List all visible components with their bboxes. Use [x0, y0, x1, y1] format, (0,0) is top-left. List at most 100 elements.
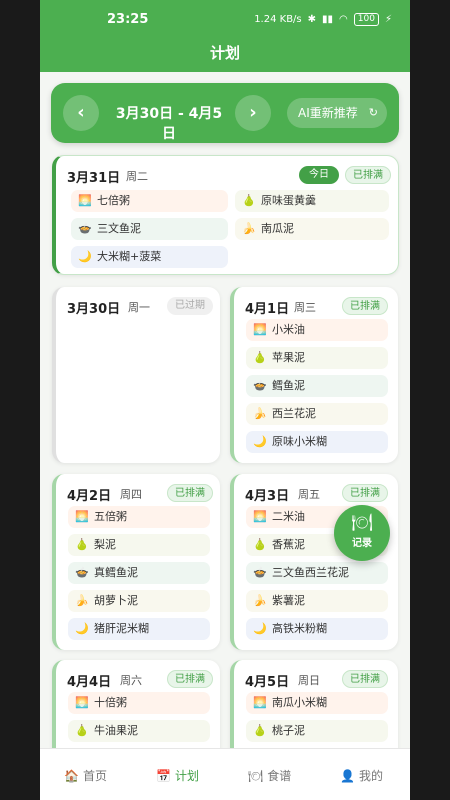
tab-plan[interactable]: 📅 计划	[156, 767, 199, 784]
meal-name: 紫薯泥	[272, 594, 305, 607]
meal-fruit[interactable]: 🍐 牛油果泥	[68, 720, 210, 742]
meal-name: 南瓜小米糊	[272, 696, 327, 709]
day-date: 4月2日	[67, 489, 112, 504]
app-screen: 23:25 1.24 KB/s ✱ ▮▮ ◠ 100 ⚡ 计划 ‹ 3月30日 …	[40, 0, 410, 800]
meal-lunch[interactable]: 🍲 三文鱼泥	[71, 218, 228, 240]
meal-breakfast[interactable]: 🌅 五倍粥	[68, 506, 210, 528]
meal-fruit[interactable]: 🍐 苹果泥	[246, 347, 388, 369]
tab-profile[interactable]: 👤 我的	[340, 767, 383, 784]
meal-name: 猪肝泥米糊	[94, 622, 149, 635]
meal-name: 五倍粥	[94, 510, 127, 523]
meal-name: 苹果泥	[272, 351, 305, 364]
meal-name: 十倍粥	[94, 696, 127, 709]
day-date: 4月4日	[67, 675, 112, 690]
status-badge: 已排满	[342, 670, 388, 688]
day-weekday: 周日	[298, 674, 320, 687]
day-card-today[interactable]: 3月31日 周二 今日 已排满 🌅 七倍粥 🍐 原味蛋黄羹 🍲 三文鱼泥 🍌 南瓜泥 🌙…	[52, 155, 399, 275]
meal-dinner[interactable]: 🌙 高铁米粉糊	[246, 618, 388, 640]
meal-name: 鳕鱼泥	[272, 379, 305, 392]
tab-home[interactable]: 🏠 首页	[64, 767, 107, 784]
pear-icon: 🍐	[253, 724, 267, 737]
day-weekday: 周五	[298, 488, 320, 501]
day-date: 4月3日	[245, 489, 290, 504]
meal-snack[interactable]: 🍌 紫薯泥	[246, 590, 388, 612]
week-selector: ‹ 3月30日 - 4月5日 › AI重新推荐 ↻	[51, 83, 399, 143]
meal-name: 高铁米粉糊	[272, 622, 327, 635]
meal-name: 西兰花泥	[272, 407, 316, 420]
pear-icon: 🍐	[242, 194, 256, 207]
record-label: 记录	[352, 538, 372, 549]
meal-breakfast[interactable]: 🌅 南瓜小米糊	[246, 692, 388, 714]
day-card-0330[interactable]: 3月30日 周一 已过期	[52, 287, 220, 463]
pear-icon: 🍐	[75, 538, 89, 551]
meal-fruit[interactable]: 🍐 原味蛋黄羹	[235, 190, 389, 212]
meal-breakfast[interactable]: 🌅 小米油	[246, 319, 388, 341]
prev-week-button[interactable]: ‹	[63, 95, 99, 131]
today-badge: 今日	[299, 166, 339, 184]
calendar-icon: 📅	[156, 769, 171, 783]
ai-recommend-button[interactable]: AI重新推荐 ↻	[287, 98, 387, 128]
bluetooth-icon: ✱	[307, 14, 317, 25]
page-title: 计划	[209, 44, 240, 62]
plate-icon: 🍽	[351, 513, 373, 533]
meal-dinner[interactable]: 🌙 大米糊+菠菜	[71, 246, 228, 268]
meal-snack[interactable]: 🍌 胡萝卜泥	[68, 590, 210, 612]
day-weekday: 周六	[120, 674, 142, 687]
meal-breakfast[interactable]: 🌅 七倍粥	[71, 190, 228, 212]
ai-recommend-label: AI重新推荐	[298, 106, 358, 120]
refresh-icon: ↻	[368, 106, 378, 119]
meal-name: 三文鱼泥	[97, 222, 141, 235]
day-card-0401[interactable]: 4月1日 周三 已排满 🌅 小米油 🍐 苹果泥 🍲 鳕鱼泥 🍌 西兰花泥 🌙 原味小米糊	[230, 287, 398, 463]
pear-icon: 🍐	[253, 351, 267, 364]
record-fab-button[interactable]: 🍽 记录	[334, 505, 390, 561]
tab-label: 食谱	[267, 769, 292, 783]
week-range-label: 3月30日 - 4月5日	[115, 106, 223, 142]
meal-fruit[interactable]: 🍐 桃子泥	[246, 720, 388, 742]
day-weekday: 周一	[128, 301, 150, 314]
meal-name: 七倍粥	[97, 194, 130, 207]
next-week-button[interactable]: ›	[235, 95, 271, 131]
status-time: 23:25	[107, 12, 149, 27]
tab-recipes[interactable]: 🍽 食谱	[248, 767, 291, 784]
moon-icon: 🌙	[78, 250, 92, 263]
meal-lunch[interactable]: 🍲 真鳕鱼泥	[68, 562, 210, 584]
meal-name: 真鳕鱼泥	[94, 566, 138, 579]
day-date: 4月1日	[245, 302, 290, 317]
meal-fruit[interactable]: 🍐 梨泥	[68, 534, 210, 556]
day-card-0402[interactable]: 4月2日 周四 已排满 🌅 五倍粥 🍐 梨泥 🍲 真鳕鱼泥 🍌 胡萝卜泥 🌙 猪肝泥米糊	[52, 474, 220, 650]
day-date: 4月5日	[245, 675, 290, 690]
meal-name: 二米油	[272, 510, 305, 523]
day-weekday: 周二	[126, 170, 148, 183]
banana-icon: 🍌	[75, 594, 89, 607]
meal-name: 三文鱼西兰花泥	[272, 566, 349, 579]
meal-lunch[interactable]: 🍲 三文鱼西兰花泥	[246, 562, 388, 584]
meal-snack[interactable]: 🍌 西兰花泥	[246, 403, 388, 425]
meal-name: 梨泥	[94, 538, 116, 551]
meal-snack[interactable]: 🍌 南瓜泥	[235, 218, 389, 240]
meal-name: 大米糊+菠菜	[97, 250, 162, 263]
day-weekday: 周三	[294, 301, 316, 314]
pear-icon: 🍐	[75, 724, 89, 737]
meal-lunch[interactable]: 🍲 鳕鱼泥	[246, 375, 388, 397]
battery-icon: 100	[353, 13, 379, 26]
tab-label: 首页	[82, 769, 107, 783]
meal-name: 原味蛋黄羹	[261, 194, 316, 207]
meal-dinner[interactable]: 🌙 猪肝泥米糊	[68, 618, 210, 640]
header: 23:25 1.24 KB/s ✱ ▮▮ ◠ 100 ⚡ 计划	[40, 0, 410, 72]
status-badge: 已排满	[167, 670, 213, 688]
sunrise-icon: 🌅	[78, 194, 92, 207]
day-date: 3月30日	[67, 302, 121, 317]
bottom-tab-bar: 🏠 首页 📅 计划 🍽 食谱 👤 我的	[40, 748, 410, 800]
moon-icon: 🌙	[253, 435, 267, 448]
home-icon: 🏠	[64, 769, 79, 783]
meal-breakfast[interactable]: 🌅 十倍粥	[68, 692, 210, 714]
meal-name: 小米油	[272, 323, 305, 336]
status-icons: 1.24 KB/s ✱ ▮▮ ◠ 100 ⚡	[254, 13, 392, 26]
meal-name: 香蕉泥	[272, 538, 305, 551]
status-badge: 已排满	[345, 166, 391, 184]
meal-name: 桃子泥	[272, 724, 305, 737]
banana-icon: 🍌	[253, 407, 267, 420]
status-badge: 已过期	[167, 297, 213, 315]
meal-dinner[interactable]: 🌙 原味小米糊	[246, 431, 388, 453]
day-card-0403[interactable]: 4月3日 周五 已排满 🌅 二米油 🍐 香蕉泥 🍲 三文鱼西兰花泥 🍌 紫薯泥 🌙 高铁米…	[230, 474, 398, 650]
